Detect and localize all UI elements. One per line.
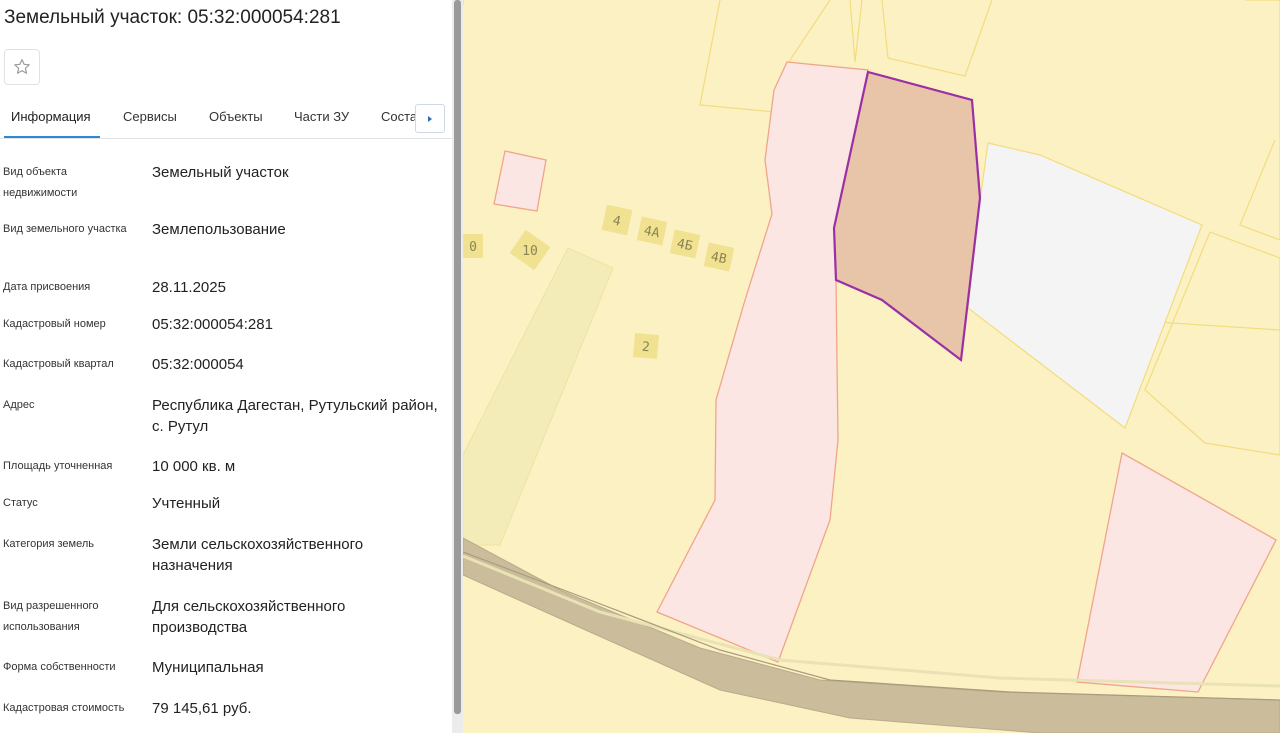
field-label: Адрес [3,399,35,411]
field-label: Категория земель [3,538,94,550]
field-value: Земли сельскохозяйственного назначения [152,536,364,574]
tab-parts[interactable]: Части ЗУ [294,109,349,124]
field-value: Республика Дагестан, Рутульский район, с… [152,397,438,435]
field-value: Муниципальная [152,659,264,676]
field-label: Вид разрешенного использования [3,600,99,633]
field-value: Земельный участок [152,164,289,181]
lot-label-10: 10 [522,244,538,259]
lot-label-0: 0 [469,240,477,255]
caret-right-icon [428,115,432,122]
scrollbar-thumb[interactable] [454,0,461,714]
tab-services[interactable]: Сервисы [123,109,177,124]
tab-composition[interactable]: Соста [381,109,417,124]
field-value: 05:32:000054 [152,356,244,373]
field-value: 79 145,61 руб. [152,700,252,717]
field-value: 10 000 кв. м [152,458,236,475]
star-outline-icon [14,59,30,74]
field-value: 28.11.2025 [152,279,226,296]
field-label: Дата присвоения [3,281,91,293]
favorite-button[interactable] [4,49,40,85]
field-label: Статус [3,497,38,509]
cadastral-map[interactable]: 4 4А 4Б 4В 10 2 0 [463,0,1280,733]
field-label: Вид земельного участка [3,223,127,235]
field-label: Кадастровая стоимость [3,702,125,714]
lot-label-2: 2 [641,340,650,356]
field-label: Кадастровый квартал [3,358,114,370]
info-panel: Земельный участок: 05:32:000054:281 Инфо… [0,0,452,733]
page-title: Земельный участок: 05:32:000054:281 [4,7,341,28]
field-label: Кадастровый номер [3,318,106,330]
tab-information[interactable]: Информация [11,109,91,124]
active-tab-indicator [4,136,100,138]
lot-partial: 0 [463,234,483,258]
field-label: Вид объекта недвижимости [3,166,78,199]
field-value: 05:32:000054:281 [152,316,273,333]
field-label: Площадь уточненная [3,460,113,472]
field-value: Для сельскохозяйственного производства [152,598,346,636]
lot-4: 4 [601,204,633,236]
panel-scrollbar[interactable] [452,0,463,733]
tabs-next-button[interactable] [415,104,445,133]
field-label: Форма собственности [3,661,116,673]
lot-2: 2 [632,332,660,360]
field-value: Землепользование [152,221,286,238]
tab-objects[interactable]: Объекты [209,109,263,124]
map-canvas[interactable]: 4 4А 4Б 4В 10 2 0 [463,0,1280,733]
field-value: Учтенный [152,495,221,512]
tab-bar: Информация Сервисы Объекты Части ЗУ Сост… [0,102,452,139]
